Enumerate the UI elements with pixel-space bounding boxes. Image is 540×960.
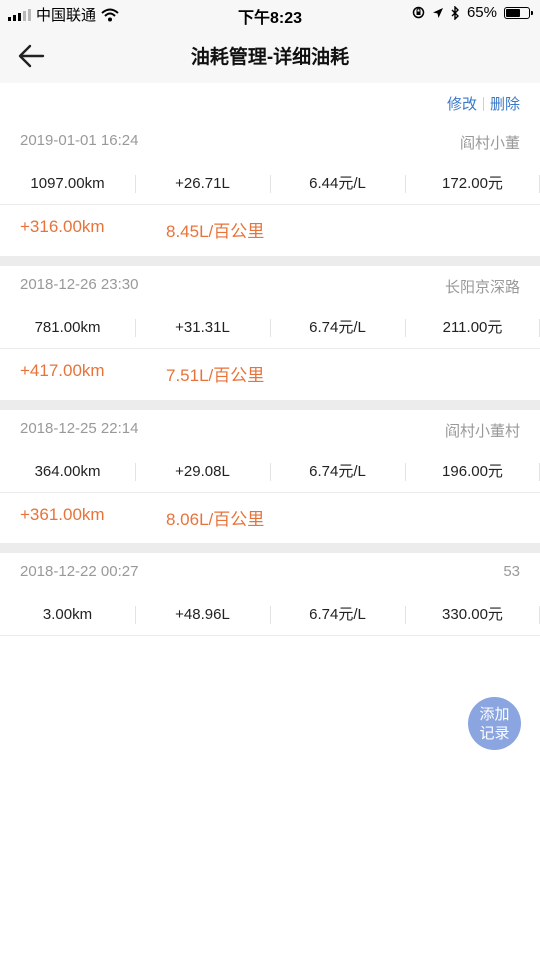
section-gap xyxy=(0,543,540,553)
record-cost: 172.00元 xyxy=(442,175,503,192)
record-stats: 781.00km +31.31L 6.74元/L 211.00元 xyxy=(0,308,540,349)
record-fuel: +48.96L xyxy=(175,606,230,623)
record-mileage: 781.00km xyxy=(34,319,101,336)
record-header: 2018-12-25 22:14 阎村小董村 xyxy=(0,410,540,452)
record-date: 2019-01-01 16:24 xyxy=(20,132,139,149)
action-divider xyxy=(482,96,484,111)
record-stats: 3.00km +48.96L 6.74元/L 330.00元 xyxy=(0,595,540,636)
record-location: 53 xyxy=(503,563,520,580)
record-fuel: +29.08L xyxy=(175,463,230,480)
record-mileage: 364.00km xyxy=(34,463,101,480)
record-stats: 364.00km +29.08L 6.74元/L 196.00元 xyxy=(0,452,540,493)
record-cost: 211.00元 xyxy=(442,319,503,336)
nav-bar: 油耗管理-详细油耗 xyxy=(0,28,540,83)
delete-button[interactable]: 删除 xyxy=(490,93,520,114)
record-summary: +361.00km 8.06L/百公里 xyxy=(0,493,540,541)
record-price: 6.74元/L xyxy=(309,463,366,480)
orientation-lock-icon xyxy=(412,6,425,19)
record-price: 6.44元/L xyxy=(309,175,366,192)
distance-delta: +361.00km xyxy=(20,505,105,524)
distance-delta: +417.00km xyxy=(20,361,105,380)
record-summary: +417.00km 7.51L/百公里 xyxy=(0,349,540,397)
record-summary: +316.00km 8.45L/百公里 xyxy=(0,205,540,253)
record-location: 长阳京深路 xyxy=(444,279,520,296)
record-fuel: +26.71L xyxy=(175,175,230,192)
edit-button[interactable]: 修改 xyxy=(447,93,477,114)
bluetooth-icon xyxy=(451,5,459,20)
fuel-consumption: 8.06L/百公里 xyxy=(166,510,265,529)
record-date: 2018-12-26 23:30 xyxy=(20,276,139,293)
record-actions: 修改 删除 xyxy=(447,93,520,114)
record-mileage: 1097.00km xyxy=(30,175,105,192)
page-title: 油耗管理-详细油耗 xyxy=(190,47,350,68)
record-mileage: 3.00km xyxy=(42,606,93,623)
record-price: 6.74元/L xyxy=(309,319,366,336)
section-gap xyxy=(0,256,540,266)
record-item[interactable]: 2019-01-01 16:24 阎村小董 1097.00km +26.71L … xyxy=(0,122,540,253)
battery-percent: 65% xyxy=(466,4,497,21)
record-item[interactable]: 2018-12-26 23:30 长阳京深路 781.00km +31.31L … xyxy=(0,266,540,397)
add-record-label-line1: 添加 xyxy=(479,705,510,723)
record-stats: 1097.00km +26.71L 6.44元/L 172.00元 xyxy=(0,164,540,205)
status-bar: 中国联通 下午8:23 65% xyxy=(0,0,540,28)
record-item[interactable]: 2018-12-25 22:14 阎村小董村 364.00km +29.08L … xyxy=(0,410,540,541)
record-cost: 330.00元 xyxy=(442,606,503,623)
record-header: 2018-12-22 00:27 53 xyxy=(0,553,540,595)
record-item[interactable]: 2018-12-22 00:27 53 3.00km +48.96L 6.74元… xyxy=(0,553,540,636)
add-record-label-line2: 记录 xyxy=(479,724,510,742)
record-date: 2018-12-22 00:27 xyxy=(20,563,139,580)
record-header: 2019-01-01 16:24 阎村小董 xyxy=(0,122,540,164)
section-gap xyxy=(0,400,540,410)
record-price: 6.74元/L xyxy=(309,606,366,623)
battery-icon xyxy=(504,6,533,19)
status-right: 65% xyxy=(412,4,533,21)
record-fuel: +31.31L xyxy=(175,319,230,336)
location-arrow-icon xyxy=(432,7,443,18)
record-cost: 196.00元 xyxy=(442,463,503,480)
fuel-consumption: 7.51L/百公里 xyxy=(166,366,265,385)
record-location: 阎村小董村 xyxy=(444,423,520,440)
record-location: 阎村小董 xyxy=(459,135,520,152)
distance-delta: +316.00km xyxy=(20,217,105,236)
add-record-button[interactable]: 添加 记录 xyxy=(468,697,521,750)
fuel-consumption: 8.45L/百公里 xyxy=(166,222,265,241)
record-date: 2018-12-25 22:14 xyxy=(20,420,139,437)
record-header: 2018-12-26 23:30 长阳京深路 xyxy=(0,266,540,308)
